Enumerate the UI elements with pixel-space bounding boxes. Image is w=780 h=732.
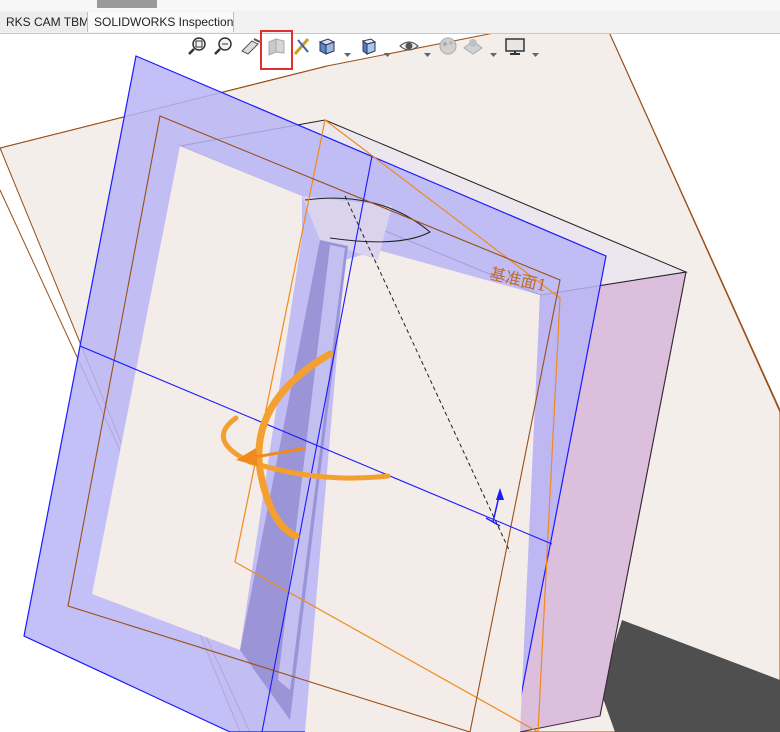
previous-view-icon[interactable] <box>240 36 262 62</box>
zoom-to-area-icon[interactable] <box>214 36 234 62</box>
tab-cam-tbm[interactable]: RKS CAM TBM <box>0 12 88 32</box>
view-settings-icon[interactable] <box>504 36 526 62</box>
zoom-to-fit-icon[interactable] <box>188 36 208 62</box>
tab-solidworks-inspection[interactable]: SOLIDWORKS Inspection <box>88 12 234 32</box>
model-view[interactable] <box>0 34 780 732</box>
apply-scene-dropdown-icon[interactable] <box>490 45 497 57</box>
display-style-icon[interactable] <box>358 36 378 62</box>
graphics-area[interactable]: 基准面1 <box>0 34 780 732</box>
view-orientation-dropdown-icon[interactable] <box>344 45 351 57</box>
display-style-dropdown-icon[interactable] <box>384 45 391 57</box>
section-view-icon[interactable] <box>266 36 288 62</box>
edit-appearance-icon[interactable] <box>438 36 458 62</box>
view-orientation-icon[interactable] <box>316 36 336 62</box>
dynamic-annotation-views-icon[interactable] <box>292 36 312 62</box>
view-settings-dropdown-icon[interactable] <box>532 45 539 57</box>
hide-show-items-icon[interactable] <box>398 36 420 62</box>
selected-tab-indicator <box>97 0 157 8</box>
hide-show-dropdown-icon[interactable] <box>424 45 431 57</box>
apply-scene-icon[interactable] <box>462 36 484 62</box>
